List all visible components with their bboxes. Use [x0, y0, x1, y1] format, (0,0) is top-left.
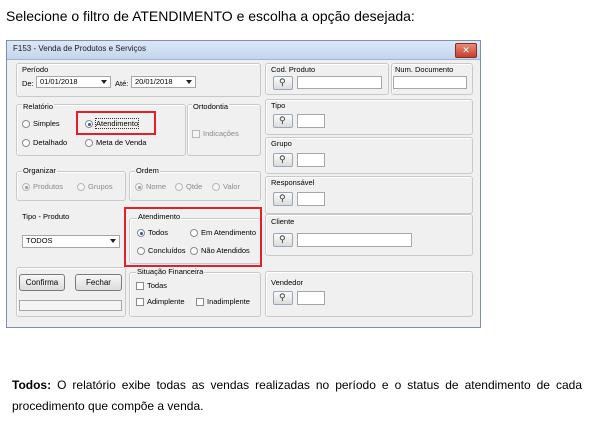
description-term: Todos:: [12, 378, 52, 392]
situacao-label: Situação Financeira: [136, 267, 205, 276]
tipo-label: Tipo: [271, 101, 286, 110]
tipo-produto-dropdown-icon[interactable]: [110, 239, 116, 243]
tipo-search-button[interactable]: ⚲: [273, 114, 293, 128]
vendedor-input[interactable]: [297, 291, 325, 305]
fechar-button[interactable]: Fechar: [75, 274, 122, 291]
close-button[interactable]: ✕: [455, 43, 477, 58]
responsavel-search-button[interactable]: ⚲: [273, 192, 293, 206]
report-window: F153 - Venda de Produtos e Serviços ✕ Pe…: [6, 40, 481, 328]
todas-checkbox[interactable]: [136, 282, 144, 290]
adimplente-checkbox[interactable]: [136, 298, 144, 306]
radio-produtos[interactable]: [22, 183, 30, 191]
cod-produto-input[interactable]: [297, 76, 382, 89]
nome-label: Nome: [146, 182, 167, 191]
instruction-text: Selecione o filtro de ATENDIMENTO e esco…: [6, 8, 415, 24]
confirma-button[interactable]: Confirma: [19, 274, 65, 291]
indicacoes-checkbox[interactable]: [192, 130, 200, 138]
ortodontia-label: Ortodontia: [192, 102, 230, 111]
search-icon: ⚲: [279, 292, 286, 302]
grupo-label: Grupo: [271, 139, 292, 148]
cliente-label: Cliente: [271, 217, 295, 226]
search-icon: ⚲: [279, 234, 286, 244]
radio-valor[interactable]: [212, 183, 220, 191]
radio-detalhado[interactable]: [22, 139, 30, 147]
radio-simples[interactable]: [22, 120, 30, 128]
radio-grupos[interactable]: [77, 183, 85, 191]
qtde-label: Qtde: [186, 182, 203, 191]
search-icon: ⚲: [279, 115, 286, 125]
description-text: O relatório exibe todas as vendas realiz…: [12, 378, 582, 413]
date-from-dropdown-icon[interactable]: [101, 80, 107, 84]
window-title: F153 - Venda de Produtos e Serviços: [13, 44, 146, 53]
indicacoes-label: Indicações: [203, 129, 239, 138]
relatorio-label: Relatório: [22, 102, 55, 111]
radio-qtde[interactable]: [175, 183, 183, 191]
responsavel-label: Responsável: [271, 178, 315, 187]
responsavel-input[interactable]: [297, 192, 325, 206]
produtos-label: Produtos: [33, 182, 64, 191]
num-documento-label: Num. Documento: [395, 65, 454, 74]
cod-produto-search-button[interactable]: ⚲: [273, 76, 293, 90]
situacao-group: [129, 272, 261, 317]
tipo-input[interactable]: [297, 114, 325, 128]
num-documento-input[interactable]: [393, 76, 467, 89]
search-icon: ⚲: [279, 77, 286, 87]
date-from-value: 01/01/2018: [40, 77, 78, 86]
search-icon: ⚲: [279, 193, 286, 203]
tipo-produto-select[interactable]: TODOS: [22, 235, 120, 248]
grupo-search-button[interactable]: ⚲: [273, 153, 293, 167]
ate-label: Até:: [115, 79, 129, 88]
description-paragraph: Todos: O relatório exibe todas as vendas…: [12, 375, 582, 417]
inadimplente-label: Inadimplente: [207, 297, 250, 306]
date-from-input[interactable]: 01/01/2018: [36, 76, 111, 88]
meta-venda-label: Meta de Venda: [96, 138, 147, 147]
radio-nome[interactable]: [135, 183, 143, 191]
periodo-label: Período: [22, 65, 49, 74]
radio-meta-venda[interactable]: [85, 139, 93, 147]
grupos-label: Grupos: [88, 182, 113, 191]
valor-label: Valor: [223, 182, 240, 191]
simples-label: Simples: [33, 119, 60, 128]
cod-produto-label: Cod. Produto: [271, 65, 316, 74]
vendedor-label: Vendedor: [271, 278, 304, 287]
cliente-search-button[interactable]: ⚲: [273, 233, 293, 247]
date-to-input[interactable]: 20/01/2018: [131, 76, 196, 88]
grupo-input[interactable]: [297, 153, 325, 167]
date-to-dropdown-icon[interactable]: [186, 80, 192, 84]
inadimplente-checkbox[interactable]: [196, 298, 204, 306]
tipo-produto-value: TODOS: [26, 236, 53, 245]
ordem-label: Ordem: [135, 166, 160, 175]
highlight-atendimento-group: [124, 207, 262, 267]
de-label: De:: [22, 79, 34, 88]
highlight-atendimento-option: [76, 111, 156, 135]
vendedor-search-button[interactable]: ⚲: [273, 291, 293, 305]
tipo-produto-label: Tipo - Produto: [22, 212, 70, 221]
adimplente-label: Adimplente: [147, 297, 185, 306]
organizar-label: Organizar: [22, 166, 57, 175]
date-to-value: 20/01/2018: [135, 77, 173, 86]
window-titlebar: F153 - Venda de Produtos e Serviços ✕: [7, 41, 480, 60]
cliente-input[interactable]: [297, 233, 412, 247]
progress-bar: [19, 300, 122, 311]
search-icon: ⚲: [279, 154, 286, 164]
detalhado-label: Detalhado: [33, 138, 68, 147]
todas-label: Todas: [147, 281, 168, 290]
